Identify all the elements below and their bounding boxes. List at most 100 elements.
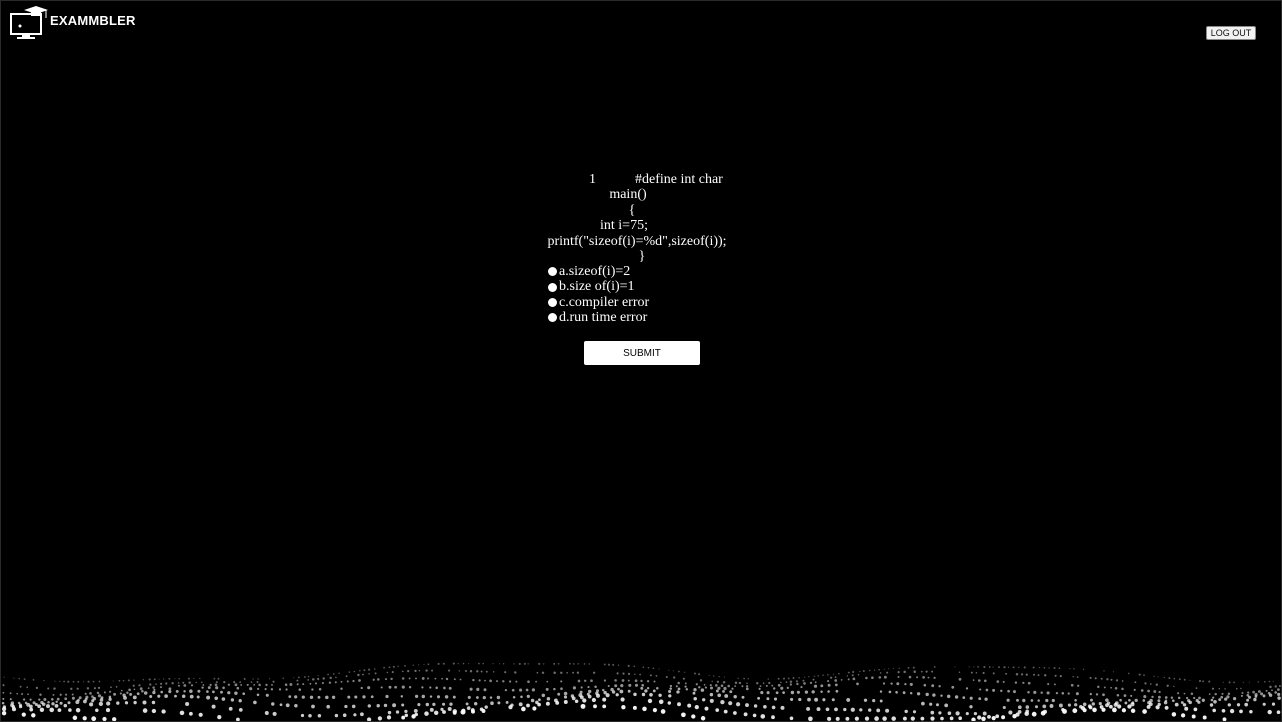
particle-dot [1173, 677, 1176, 680]
particle-dot [2, 691, 5, 694]
submit-button[interactable]: SUBMIT [584, 341, 700, 365]
option-c[interactable]: c.compiler error [548, 295, 649, 310]
particle-dot [246, 683, 249, 686]
particle-dot [358, 679, 361, 682]
particle-dot [1248, 681, 1250, 683]
particle-dot [644, 689, 648, 693]
particle-dot [752, 713, 757, 718]
particle-dot [555, 700, 560, 705]
particle-dot [789, 683, 793, 686]
particle-dot [563, 700, 568, 704]
particle-dot [67, 680, 70, 683]
particle-dot [1183, 692, 1186, 695]
radio-button[interactable] [548, 297, 557, 307]
particle-dot [360, 686, 363, 690]
particle-dot [327, 673, 329, 676]
particle-dot [800, 686, 803, 689]
particle-dot [1198, 696, 1201, 700]
particle-dot [902, 691, 906, 695]
particle-dot [197, 689, 201, 693]
particle-dot [1074, 699, 1077, 702]
particle-dot [444, 695, 449, 699]
particle-dot [594, 685, 597, 688]
particle-dot [667, 701, 672, 705]
particle-dot [827, 680, 830, 683]
particle-dot [813, 675, 816, 678]
particle-dot [457, 663, 459, 665]
particle-dot [1040, 691, 1043, 694]
particle-dot [436, 695, 441, 699]
particle-dot [142, 708, 148, 713]
particle-dot [23, 678, 26, 680]
particle-dot [183, 684, 187, 687]
particle-dot [388, 666, 391, 669]
particle-dot [469, 687, 473, 691]
option-d[interactable]: d.run time error [548, 310, 649, 325]
particle-dot [395, 710, 400, 714]
particle-dot [931, 670, 934, 673]
particle-dot [256, 693, 260, 697]
particle-dot [646, 680, 650, 683]
particle-dot [1157, 676, 1159, 678]
particle-dot [603, 663, 606, 666]
particle-dot [1222, 681, 1224, 683]
particle-dot [340, 680, 343, 683]
particle-dot [737, 677, 739, 679]
particle-dot [541, 693, 546, 698]
particle-dot [206, 695, 211, 700]
particle-dot [1224, 697, 1228, 701]
particle-dot [1123, 694, 1127, 697]
particle-dot [78, 696, 82, 700]
particle-dot [1218, 688, 1221, 690]
radio-button[interactable] [548, 313, 557, 323]
particle-dot [1033, 673, 1035, 676]
particle-dot [627, 664, 630, 667]
particle-dot [425, 669, 428, 672]
particle-dot [234, 683, 238, 687]
particle-dot [3, 676, 5, 678]
particle-dot [447, 707, 452, 711]
particle-dot [1163, 700, 1168, 705]
brand-logo[interactable]: EXAMMBLER [10, 5, 136, 41]
particle-dot [302, 683, 305, 686]
particle-dot [903, 670, 906, 674]
particle-dot [916, 692, 921, 696]
particle-dot [560, 680, 563, 683]
particle-dot [693, 688, 697, 692]
particle-dot [272, 711, 277, 716]
particle-dot [1101, 707, 1106, 712]
particle-dot [962, 696, 966, 699]
particle-dot [68, 708, 72, 712]
particle-dot [879, 672, 882, 674]
particle-dot [499, 663, 501, 665]
particle-dot [981, 716, 986, 721]
particle-dot [649, 674, 652, 677]
particle-dot [708, 674, 710, 676]
particle-dot [359, 712, 364, 717]
particle-dot [970, 671, 973, 674]
option-b[interactable]: b.size of(i)=1 [548, 279, 649, 294]
particle-dot [713, 675, 715, 677]
particle-dot [796, 690, 800, 694]
particle-dot [348, 671, 351, 673]
particle-dot [363, 669, 366, 672]
particle-dot [120, 689, 123, 692]
particle-dot [1147, 689, 1150, 693]
logout-button[interactable]: LOG OUT [1206, 26, 1256, 40]
particle-dot [1227, 703, 1231, 707]
radio-button[interactable] [548, 267, 557, 277]
particle-dot [1276, 710, 1281, 714]
radio-button[interactable] [548, 282, 557, 292]
particle-dot [152, 690, 156, 695]
option-a[interactable]: a.sizeof(i)=2 [548, 264, 649, 279]
particle-dot [605, 693, 610, 698]
code-line: printf("sizeof(i)=%d",sizeof(i)); [547, 233, 727, 249]
particle-dot [947, 711, 952, 716]
particle-dot [1224, 688, 1226, 690]
particle-dot [1171, 699, 1175, 703]
particle-dot [590, 679, 593, 683]
particle-dot [202, 684, 205, 686]
particle-dot [257, 678, 259, 680]
particle-dot [1166, 684, 1169, 687]
particle-dot [282, 677, 284, 680]
